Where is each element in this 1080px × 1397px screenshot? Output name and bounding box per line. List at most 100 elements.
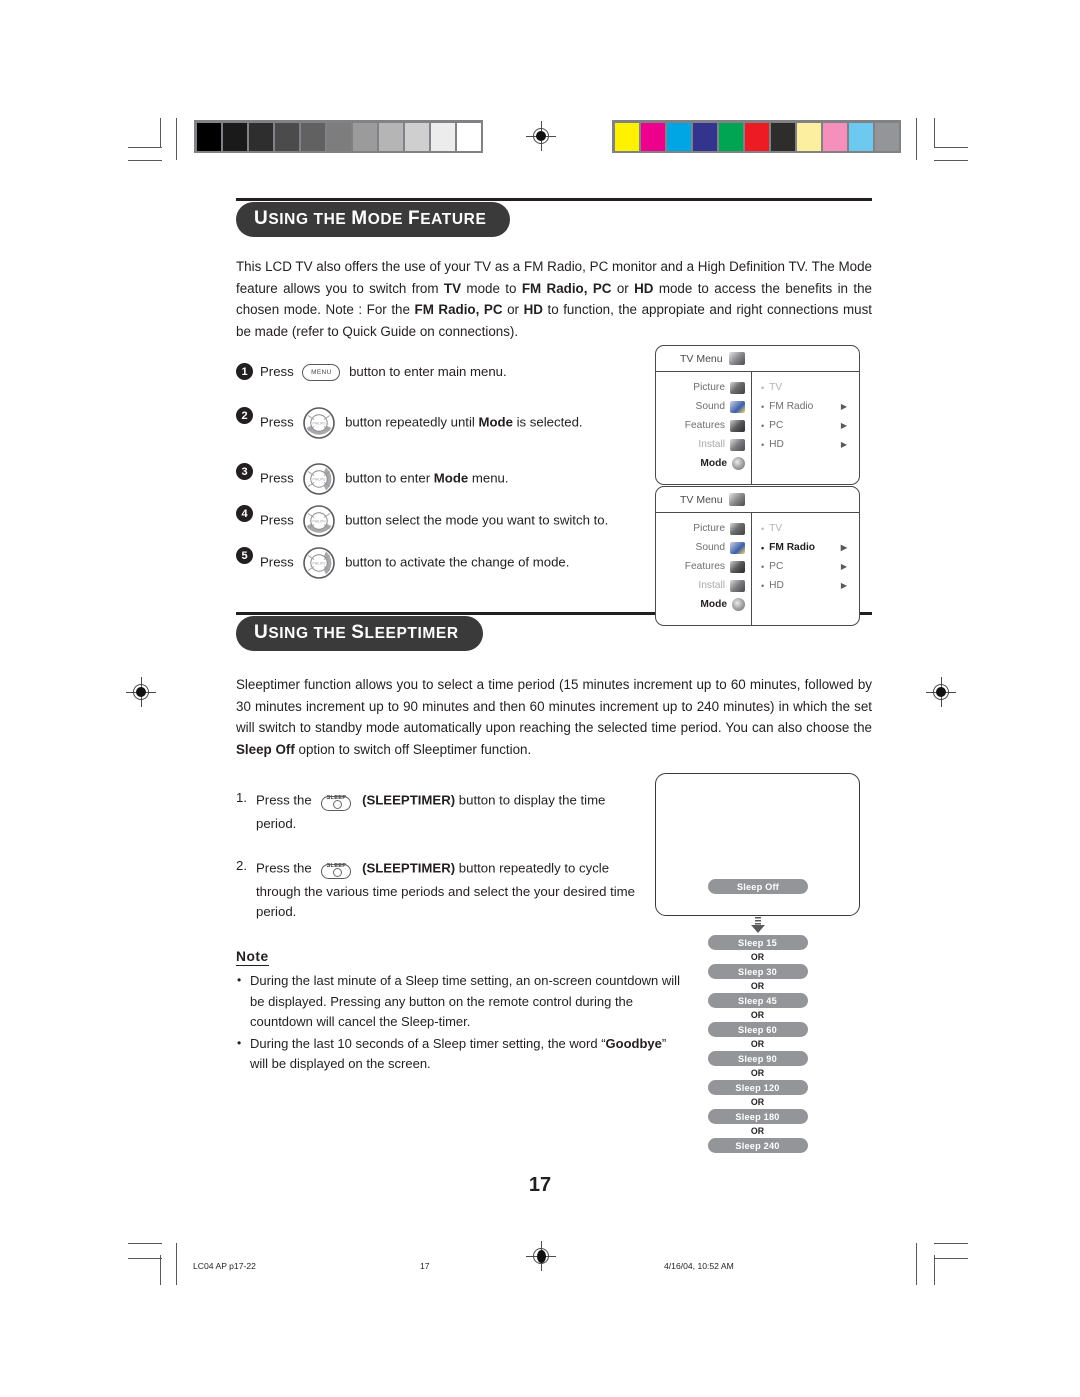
picture-icon	[730, 381, 745, 394]
osd-item-label: Install	[698, 439, 725, 450]
step-3-before: Press	[260, 470, 294, 486]
grayscale-patch	[196, 122, 221, 151]
crop-mark-tr-v	[916, 118, 918, 160]
mode-intro-5: or	[502, 302, 524, 317]
cursor-down-button-icon[interactable]: PHILIPS	[302, 504, 336, 538]
mode-intro-b1: TV	[443, 280, 462, 296]
bullet-icon: •	[761, 420, 765, 431]
sleep-option-badge[interactable]: Sleep 120	[707, 1080, 808, 1095]
title2-initial-u: U	[254, 622, 269, 643]
title-ode: ODE	[367, 211, 408, 228]
sleep-intro-b1: Sleep Off	[236, 741, 295, 757]
osd-option-pc[interactable]: • PC ▶	[761, 416, 855, 435]
header-rule	[236, 198, 872, 201]
osd-item-mode[interactable]: Mode	[656, 454, 745, 473]
registration-target-right	[926, 677, 956, 707]
cursor-right-button-icon[interactable]: PHILIPS	[302, 462, 336, 496]
svg-text:PHILIPS: PHILIPS	[313, 422, 327, 426]
title2-sing-the: SING THE	[268, 625, 352, 642]
osd-left-column-2: Picture Sound Features Install Mode	[656, 513, 752, 625]
section-title-sleeptimer: USING THE SLEEPTIMER	[236, 616, 483, 651]
step-text-3: Press PHILIPS button to enter Mode menu.	[260, 460, 509, 496]
osd-item-sound[interactable]: Sound	[656, 397, 745, 416]
step-1: 1 Press MENU button to enter main menu.	[236, 360, 646, 382]
step-5-after: button to activate the change of mode.	[345, 554, 570, 570]
osd-option-hd[interactable]: • HD ▶	[761, 576, 855, 595]
title2-initial-s: S	[351, 622, 365, 643]
footer-page-number: 17	[420, 1261, 430, 1271]
title2-leeptimer: LEEPTIMER	[364, 625, 459, 642]
chevron-right-icon: ▶	[840, 402, 847, 411]
sleep-timer-flow: Sleep 15 OR Sleep 30 OR Sleep 45 OR Sleep 60 OR…	[655, 916, 860, 1153]
sleeptimer-steps-list: 1. Press the SLEEP (SLEEPTIMER) button t…	[236, 782, 636, 922]
install-icon	[730, 438, 745, 451]
osd-option-fm-radio[interactable]: • FM Radio ▶	[761, 397, 855, 416]
color-patch	[744, 122, 769, 151]
sleeptimer-button-icon[interactable]: SLEEP	[319, 788, 353, 814]
crop-mark-br-v	[916, 1243, 918, 1285]
step-text-5: Press PHILIPS button to activate the cha…	[260, 544, 569, 580]
crop-mark-tl-v	[160, 118, 162, 148]
menu-button-icon[interactable]: MENU	[302, 364, 341, 382]
svg-text:PHILIPS: PHILIPS	[313, 520, 327, 524]
osd-option-hd[interactable]: • HD ▶	[761, 435, 855, 454]
step-number-5: 5	[236, 547, 253, 564]
osd-item-picture[interactable]: Picture	[656, 519, 745, 538]
sleep-off-label: Sleep Off	[736, 881, 780, 892]
step-2-after: button repeatedly until	[345, 414, 479, 430]
osd-item-mode[interactable]: Mode	[656, 595, 745, 614]
osd-option-tv[interactable]: • TV	[761, 378, 855, 397]
bullet-icon: •	[761, 523, 765, 534]
crop-mark-tl-v2	[176, 118, 178, 160]
osd-option-label: HD	[769, 439, 784, 450]
osd-item-install[interactable]: Install	[656, 576, 745, 595]
osd-option-label: FM Radio	[769, 542, 815, 553]
step-text-1: Press MENU button to enter main menu.	[260, 360, 507, 382]
color-patch	[796, 122, 821, 151]
picture-icon	[730, 522, 745, 535]
cursor-right-button-icon[interactable]: PHILIPS	[302, 546, 336, 580]
sleep-key-body	[321, 864, 352, 879]
sleeptimer-button-icon[interactable]: SLEEP	[319, 856, 353, 882]
osd-item-label: Sound	[695, 401, 725, 412]
osd-item-picture[interactable]: Picture	[656, 378, 745, 397]
osd-option-fm-radio[interactable]: • FM Radio ▶	[761, 538, 855, 557]
crop-mark-bl-v	[160, 1255, 162, 1285]
bullet-icon: •	[761, 439, 765, 450]
sleep-option-badge[interactable]: Sleep 60	[707, 1022, 808, 1037]
step-5: 5 Press PHILIPS button to activate the c…	[236, 544, 646, 580]
sleep-off-badge[interactable]: Sleep Off	[708, 879, 808, 894]
bullet-icon: •	[761, 580, 765, 591]
registration-target-top	[526, 121, 556, 151]
grayscale-patch	[352, 122, 377, 151]
osd-body-2: Picture Sound Features Install Mode • TV…	[656, 513, 859, 625]
osd-item-features[interactable]: Features	[656, 416, 745, 435]
sleep-option-badge[interactable]: Sleep 45	[707, 993, 808, 1008]
sleep-step-2-bold: (SLEEPTIMER)	[362, 860, 456, 876]
grayscale-patch	[326, 122, 351, 151]
bullet-icon: •	[761, 561, 765, 572]
sleep-step-number-1: 1.	[236, 790, 247, 805]
osd-item-install[interactable]: Install	[656, 435, 745, 454]
cursor-down-button-icon[interactable]: PHILIPS	[302, 406, 336, 440]
sleep-option-badge[interactable]: Sleep 15	[707, 935, 808, 950]
step-3-after2: menu.	[468, 470, 509, 486]
osd-item-sound[interactable]: Sound	[656, 538, 745, 557]
osd-option-pc[interactable]: • PC ▶	[761, 557, 855, 576]
osd-item-label: Features	[684, 420, 725, 431]
bullet-icon: •	[761, 542, 765, 553]
mode-intro-b4: FM Radio, PC	[414, 302, 503, 317]
sleep-intro-1: Sleeptimer function allows you to select…	[236, 677, 872, 735]
sleep-option-badge[interactable]: Sleep 180	[707, 1109, 808, 1124]
sleep-option-badge[interactable]: Sleep 90	[707, 1051, 808, 1066]
grayscale-patch	[248, 122, 273, 151]
mode-intro-3: or	[611, 280, 635, 296]
sleep-option-badge[interactable]: Sleep 240	[707, 1138, 808, 1153]
sleep-option-badge[interactable]: Sleep 30	[707, 964, 808, 979]
color-patch	[848, 122, 873, 151]
step-5-before: Press	[260, 554, 294, 570]
sleep-step-2: 2. Press the SLEEP (SLEEPTIMER) button r…	[236, 850, 636, 922]
osd-item-features[interactable]: Features	[656, 557, 745, 576]
svg-text:PHILIPS: PHILIPS	[313, 478, 327, 482]
osd-option-tv[interactable]: • TV	[761, 519, 855, 538]
